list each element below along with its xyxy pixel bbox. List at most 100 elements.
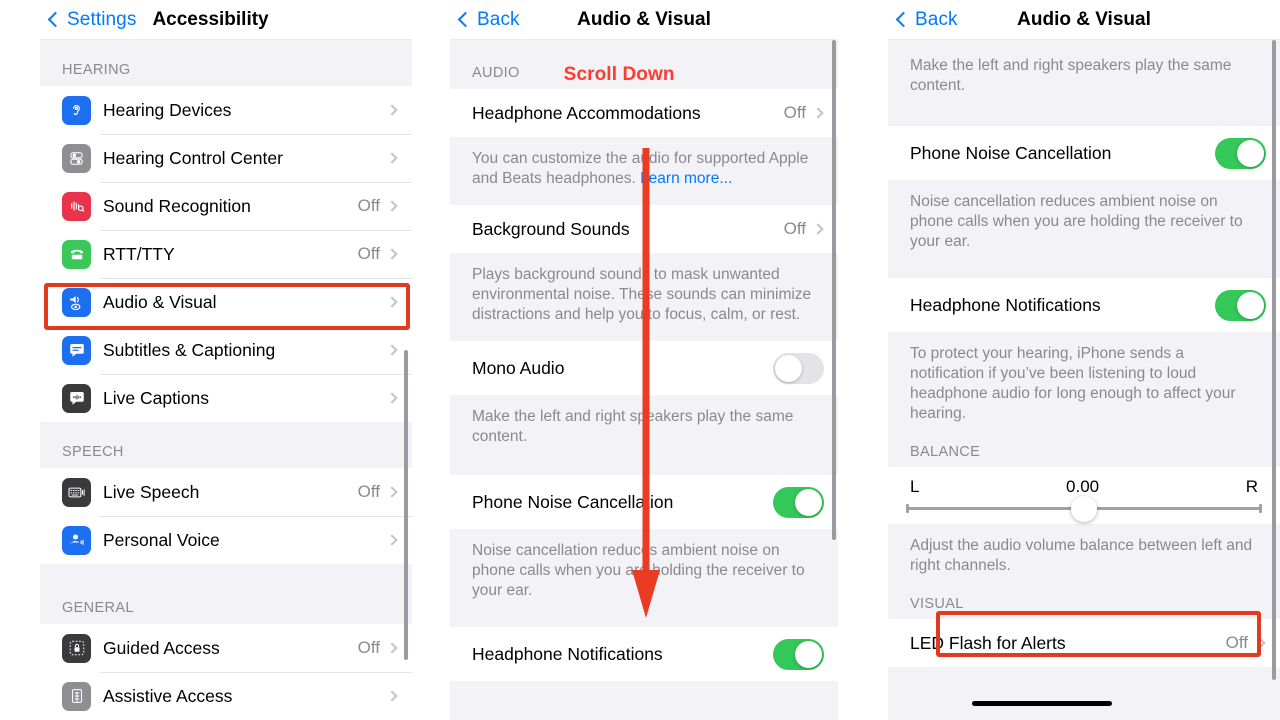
section-header-general: GENERAL	[40, 564, 412, 624]
sidebar-item-sound-recognition[interactable]: Sound Recognition Off	[40, 182, 412, 230]
back-button[interactable]: Back	[888, 9, 958, 31]
hearing-control-center-icon	[62, 143, 91, 173]
note-mono-audio: Make the left and right speakers play th…	[888, 40, 1280, 126]
left-scroll-area[interactable]: HEARING Hearing Devices Hearing Control …	[40, 40, 412, 720]
toggle-knob	[795, 640, 822, 668]
sidebar-item-live-speech[interactable]: Live Speech Off	[40, 468, 412, 516]
sidebar-item-hearing-control-center[interactable]: Hearing Control Center	[40, 134, 412, 182]
row-label: Personal Voice	[103, 529, 220, 550]
balance-left-label: L	[910, 477, 920, 496]
subtitles-icon	[62, 335, 91, 365]
chevron-left-icon	[47, 11, 64, 28]
row-label: RTT/TTY	[103, 243, 175, 264]
section-header-speech: SPEECH	[40, 422, 412, 468]
balance-value: 0.00	[1066, 477, 1100, 496]
balance-slider[interactable]	[888, 495, 1280, 524]
left-navbar: Settings Accessibility	[40, 0, 412, 40]
learn-more-link[interactable]: Learn more...	[640, 170, 732, 187]
row-label: Audio & Visual	[103, 291, 217, 312]
row-label: Guided Access	[103, 637, 220, 658]
row-label: LED Flash for Alerts	[910, 632, 1066, 653]
row-value: Off	[357, 244, 380, 263]
chevron-right-icon	[386, 642, 398, 654]
row-value: Off	[357, 638, 380, 657]
toggle-knob	[1237, 291, 1264, 319]
note-background-sounds: Plays background sounds to mask unwanted…	[450, 253, 838, 341]
chevron-right-icon	[386, 248, 398, 260]
row-value: Off	[783, 219, 806, 238]
row-background-sounds[interactable]: Background Sounds Off	[450, 205, 838, 253]
row-led-flash-for-alerts[interactable]: LED Flash for Alerts Off	[888, 619, 1280, 667]
headphone-notifications-toggle[interactable]	[1215, 289, 1266, 321]
row-label: Hearing Control Center	[103, 147, 283, 168]
row-value: Off	[783, 103, 806, 122]
row-value: Off	[1225, 633, 1248, 652]
section-header-balance: BALANCE	[888, 430, 1280, 467]
section-header-hearing: HEARING	[40, 40, 412, 86]
chevron-right-icon	[386, 200, 398, 212]
chevron-right-icon	[386, 534, 398, 546]
page-title: Accessibility	[152, 8, 269, 30]
row-label: Live Captions	[103, 387, 210, 408]
chevron-left-icon	[457, 11, 474, 28]
chevron-right-icon	[386, 344, 398, 356]
section-header-audio: AUDIO Scroll Down	[450, 40, 838, 89]
chevron-right-icon	[386, 296, 398, 308]
row-label: Hearing Devices	[103, 99, 232, 120]
row-headphone-notifications[interactable]: Headphone Notifications	[450, 627, 838, 681]
note-headphone-notifications: To protect your hearing, iPhone sends a …	[888, 332, 1280, 430]
right-scrollbar[interactable]	[1272, 40, 1276, 680]
row-label: Assistive Access	[103, 685, 233, 706]
home-indicator	[972, 701, 1112, 706]
sidebar-item-assistive-access[interactable]: Assistive Access	[40, 672, 412, 720]
chevron-right-icon	[386, 690, 398, 702]
sidebar-item-guided-access[interactable]: Guided Access Off	[40, 624, 412, 672]
slider-knob[interactable]	[1071, 495, 1097, 522]
back-label: Back	[477, 8, 520, 30]
back-label: Back	[915, 8, 958, 30]
lock-icon	[62, 633, 91, 663]
back-to-settings-button[interactable]: Settings	[40, 9, 136, 31]
note-phone-noise-cancellation: Noise cancellation reduces ambient noise…	[450, 529, 838, 627]
sound-recognition-icon	[62, 191, 91, 221]
middle-scrollbar[interactable]	[832, 40, 836, 540]
right-navbar: Back Audio & Visual	[888, 0, 1280, 40]
right-scroll-area[interactable]: Make the left and right speakers play th…	[888, 40, 1280, 720]
row-phone-noise-cancellation[interactable]: Phone Noise Cancellation	[450, 475, 838, 529]
phone-noise-cancellation-toggle[interactable]	[773, 486, 824, 518]
page-title: Audio & Visual	[577, 8, 711, 30]
phone-noise-cancellation-toggle[interactable]	[1215, 137, 1266, 169]
row-mono-audio[interactable]: Mono Audio	[450, 341, 838, 395]
headphone-notifications-toggle[interactable]	[773, 638, 824, 670]
row-value: Off	[357, 482, 380, 501]
row-headphone-accommodations[interactable]: Headphone Accommodations Off	[450, 89, 838, 137]
sidebar-item-live-captions[interactable]: Live Captions	[40, 374, 412, 422]
ear-icon	[62, 95, 91, 125]
back-button[interactable]: Back	[450, 9, 520, 31]
chevron-right-icon	[386, 104, 398, 116]
audio-visual-panel-scrolled-bottom: Back Audio & Visual Make the left and ri…	[888, 0, 1280, 720]
sidebar-item-rtt-tty[interactable]: RTT/TTY Off	[40, 230, 412, 278]
row-label: Subtitles & Captioning	[103, 339, 276, 360]
sidebar-item-audio-and-visual[interactable]: Audio & Visual	[40, 278, 412, 326]
note-headphone-accommodations: You can customize the audio for supporte…	[450, 137, 838, 205]
mono-audio-toggle[interactable]	[773, 352, 824, 384]
toggle-knob	[1237, 139, 1264, 167]
left-scrollbar[interactable]	[404, 350, 408, 660]
keyboard-icon	[62, 477, 91, 507]
balance-labels: L 0.00 R	[888, 467, 1280, 499]
row-label: Live Speech	[103, 481, 200, 502]
row-label: Sound Recognition	[103, 195, 251, 216]
sidebar-item-subtitles-and-captioning[interactable]: Subtitles & Captioning	[40, 326, 412, 374]
note-balance: Adjust the audio volume balance between …	[888, 524, 1280, 582]
sidebar-item-personal-voice[interactable]: Personal Voice	[40, 516, 412, 564]
balance-right-label: R	[1245, 477, 1258, 496]
sidebar-item-hearing-devices[interactable]: Hearing Devices	[40, 86, 412, 134]
page-title: Audio & Visual	[1017, 8, 1151, 30]
row-headphone-notifications[interactable]: Headphone Notifications	[888, 278, 1280, 332]
screenshot-stage: Settings Accessibility HEARING Hearing D…	[0, 0, 1280, 720]
chevron-right-icon	[812, 223, 824, 235]
row-phone-noise-cancellation[interactable]: Phone Noise Cancellation	[888, 126, 1280, 180]
chevron-right-icon	[386, 392, 398, 404]
middle-scroll-area[interactable]: AUDIO Scroll Down Headphone Accommodatio…	[450, 40, 838, 720]
